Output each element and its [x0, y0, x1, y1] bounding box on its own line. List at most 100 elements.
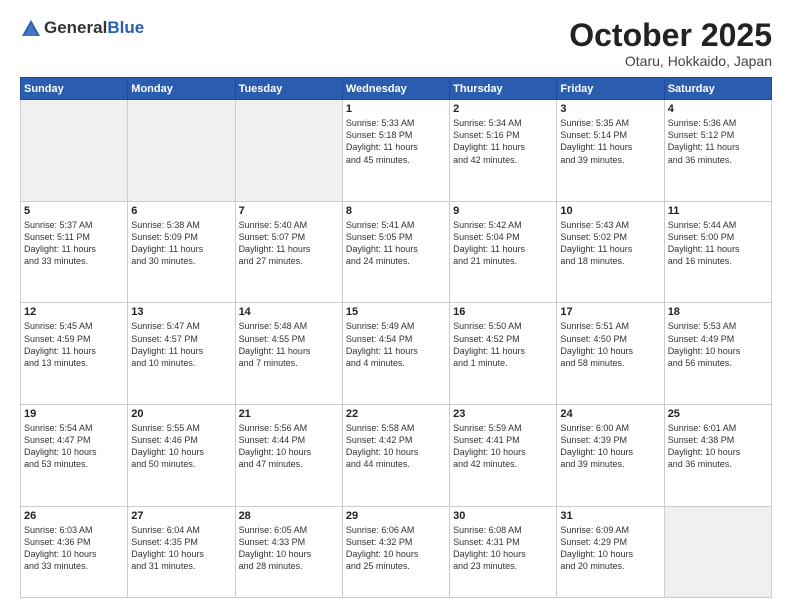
logo: GeneralBlue [20, 18, 144, 38]
location-subtitle: Otaru, Hokkaido, Japan [569, 53, 772, 69]
day-cell-30: 30Sunrise: 6:08 AM Sunset: 4:31 PM Dayli… [450, 506, 557, 597]
day-number: 21 [239, 408, 339, 420]
day-number: 28 [239, 510, 339, 522]
day-info: Sunrise: 5:49 AM Sunset: 4:54 PM Dayligh… [346, 320, 446, 369]
day-info: Sunrise: 5:37 AM Sunset: 5:11 PM Dayligh… [24, 219, 124, 268]
day-info: Sunrise: 5:42 AM Sunset: 5:04 PM Dayligh… [453, 219, 553, 268]
day-cell-17: 17 Sunrise: 5:51 AM Sunset: 4:50 PM Dayli… [557, 303, 664, 405]
day-cell-26: 26 Sunrise: 6:03 AM Sunset: 4:36 PM Dayli… [21, 506, 128, 597]
day-number: 7 [239, 205, 339, 217]
day-info: Sunrise: 6:01 AM Sunset: 4:38 PM Dayligh… [668, 422, 768, 471]
day-cell-16: 16 Sunrise: 5:50 AM Sunset: 4:52 PM Dayli… [450, 303, 557, 405]
day-number: 19 [24, 408, 124, 420]
day-cell-9: 9Sunrise: 5:42 AM Sunset: 5:04 PM Daylig… [450, 201, 557, 303]
day-number: 14 [239, 306, 339, 318]
day-number: 17 [560, 306, 660, 318]
day-cell-2: 2 Sunrise: 5:34 AM Sunset: 5:16 PM Daylig… [450, 100, 557, 202]
day-number: 10 [560, 205, 660, 217]
page: GeneralBlue October 2025 Otaru, Hokkaido… [0, 0, 792, 612]
day-number: 5 [24, 205, 124, 217]
day-info: Sunrise: 5:50 AM Sunset: 4:52 PM Dayligh… [453, 320, 553, 369]
week-row-4: 19 Sunrise: 5:54 AM Sunset: 4:47 PM Dayli… [21, 404, 772, 506]
day-info: Sunrise: 6:09 AM Sunset: 4:29 PM Dayligh… [560, 524, 660, 573]
day-cell-19: 19 Sunrise: 5:54 AM Sunset: 4:47 PM Dayli… [21, 404, 128, 506]
day-number: 12 [24, 306, 124, 318]
day-info: Sunrise: 5:45 AM Sunset: 4:59 PM Dayligh… [24, 320, 124, 369]
day-cell-12: 12 Sunrise: 5:45 AM Sunset: 4:59 PM Dayli… [21, 303, 128, 405]
empty-cell [21, 100, 128, 202]
day-number: 13 [131, 306, 231, 318]
day-cell-6: 6 Sunrise: 5:38 AM Sunset: 5:09 PM Daylig… [128, 201, 235, 303]
day-info: Sunrise: 5:33 AM Sunset: 5:18 PM Dayligh… [346, 117, 446, 166]
weekday-header-monday: Monday [128, 78, 235, 100]
day-info: Sunrise: 5:56 AM Sunset: 4:44 PM Dayligh… [239, 422, 339, 471]
day-number: 27 [131, 510, 231, 522]
day-cell-31: 31 Sunrise: 6:09 AM Sunset: 4:29 PM Dayli… [557, 506, 664, 597]
day-number: 8 [346, 205, 446, 217]
day-number: 2 [453, 103, 553, 115]
week-row-1: 1Sunrise: 5:33 AM Sunset: 5:18 PM Daylig… [21, 100, 772, 202]
day-cell-15: 15 Sunrise: 5:49 AM Sunset: 4:54 PM Dayli… [342, 303, 449, 405]
day-cell-3: 3 Sunrise: 5:35 AM Sunset: 5:14 PM Daylig… [557, 100, 664, 202]
day-info: Sunrise: 6:00 AM Sunset: 4:39 PM Dayligh… [560, 422, 660, 471]
day-number: 4 [668, 103, 768, 115]
logo-icon [20, 18, 42, 38]
day-number: 16 [453, 306, 553, 318]
empty-cell [664, 506, 771, 597]
weekday-header-saturday: Saturday [664, 78, 771, 100]
day-cell-8: 8Sunrise: 5:41 AM Sunset: 5:05 PM Daylig… [342, 201, 449, 303]
day-cell-28: 28 Sunrise: 6:05 AM Sunset: 4:33 PM Dayli… [235, 506, 342, 597]
day-number: 25 [668, 408, 768, 420]
day-info: Sunrise: 5:51 AM Sunset: 4:50 PM Dayligh… [560, 320, 660, 369]
day-cell-13: 13Sunrise: 5:47 AM Sunset: 4:57 PM Dayli… [128, 303, 235, 405]
header: GeneralBlue October 2025 Otaru, Hokkaido… [20, 18, 772, 69]
day-info: Sunrise: 6:04 AM Sunset: 4:35 PM Dayligh… [131, 524, 231, 573]
day-cell-20: 20Sunrise: 5:55 AM Sunset: 4:46 PM Dayli… [128, 404, 235, 506]
month-title: October 2025 [569, 18, 772, 53]
day-cell-27: 27 Sunrise: 6:04 AM Sunset: 4:35 PM Dayli… [128, 506, 235, 597]
day-number: 30 [453, 510, 553, 522]
weekday-header-thursday: Thursday [450, 78, 557, 100]
day-number: 3 [560, 103, 660, 115]
title-block: October 2025 Otaru, Hokkaido, Japan [569, 18, 772, 69]
day-number: 31 [560, 510, 660, 522]
day-info: Sunrise: 5:54 AM Sunset: 4:47 PM Dayligh… [24, 422, 124, 471]
day-info: Sunrise: 6:05 AM Sunset: 4:33 PM Dayligh… [239, 524, 339, 573]
day-cell-1: 1Sunrise: 5:33 AM Sunset: 5:18 PM Daylig… [342, 100, 449, 202]
day-cell-22: 22 Sunrise: 5:58 AM Sunset: 4:42 PM Dayli… [342, 404, 449, 506]
day-number: 29 [346, 510, 446, 522]
day-cell-18: 18 Sunrise: 5:53 AM Sunset: 4:49 PM Dayli… [664, 303, 771, 405]
day-cell-29: 29 Sunrise: 6:06 AM Sunset: 4:32 PM Dayli… [342, 506, 449, 597]
day-info: Sunrise: 5:43 AM Sunset: 5:02 PM Dayligh… [560, 219, 660, 268]
day-info: Sunrise: 5:40 AM Sunset: 5:07 PM Dayligh… [239, 219, 339, 268]
day-cell-24: 24 Sunrise: 6:00 AM Sunset: 4:39 PM Dayli… [557, 404, 664, 506]
weekday-header-tuesday: Tuesday [235, 78, 342, 100]
week-row-2: 5 Sunrise: 5:37 AM Sunset: 5:11 PM Daylig… [21, 201, 772, 303]
day-cell-4: 4 Sunrise: 5:36 AM Sunset: 5:12 PM Daylig… [664, 100, 771, 202]
day-number: 18 [668, 306, 768, 318]
day-number: 6 [131, 205, 231, 217]
day-info: Sunrise: 5:38 AM Sunset: 5:09 PM Dayligh… [131, 219, 231, 268]
day-info: Sunrise: 6:06 AM Sunset: 4:32 PM Dayligh… [346, 524, 446, 573]
day-info: Sunrise: 5:59 AM Sunset: 4:41 PM Dayligh… [453, 422, 553, 471]
day-info: Sunrise: 6:03 AM Sunset: 4:36 PM Dayligh… [24, 524, 124, 573]
day-number: 26 [24, 510, 124, 522]
day-number: 23 [453, 408, 553, 420]
day-number: 24 [560, 408, 660, 420]
week-row-3: 12 Sunrise: 5:45 AM Sunset: 4:59 PM Dayli… [21, 303, 772, 405]
day-info: Sunrise: 5:36 AM Sunset: 5:12 PM Dayligh… [668, 117, 768, 166]
day-cell-21: 21 Sunrise: 5:56 AM Sunset: 4:44 PM Dayli… [235, 404, 342, 506]
day-number: 15 [346, 306, 446, 318]
day-cell-11: 11Sunrise: 5:44 AM Sunset: 5:00 PM Dayli… [664, 201, 771, 303]
day-cell-5: 5 Sunrise: 5:37 AM Sunset: 5:11 PM Daylig… [21, 201, 128, 303]
day-info: Sunrise: 5:55 AM Sunset: 4:46 PM Dayligh… [131, 422, 231, 471]
day-cell-23: 23 Sunrise: 5:59 AM Sunset: 4:41 PM Dayli… [450, 404, 557, 506]
calendar-table: SundayMondayTuesdayWednesdayThursdayFrid… [20, 77, 772, 598]
empty-cell [128, 100, 235, 202]
day-info: Sunrise: 5:35 AM Sunset: 5:14 PM Dayligh… [560, 117, 660, 166]
day-info: Sunrise: 5:53 AM Sunset: 4:49 PM Dayligh… [668, 320, 768, 369]
day-info: Sunrise: 5:34 AM Sunset: 5:16 PM Dayligh… [453, 117, 553, 166]
day-info: Sunrise: 5:58 AM Sunset: 4:42 PM Dayligh… [346, 422, 446, 471]
day-info: Sunrise: 5:48 AM Sunset: 4:55 PM Dayligh… [239, 320, 339, 369]
day-number: 22 [346, 408, 446, 420]
